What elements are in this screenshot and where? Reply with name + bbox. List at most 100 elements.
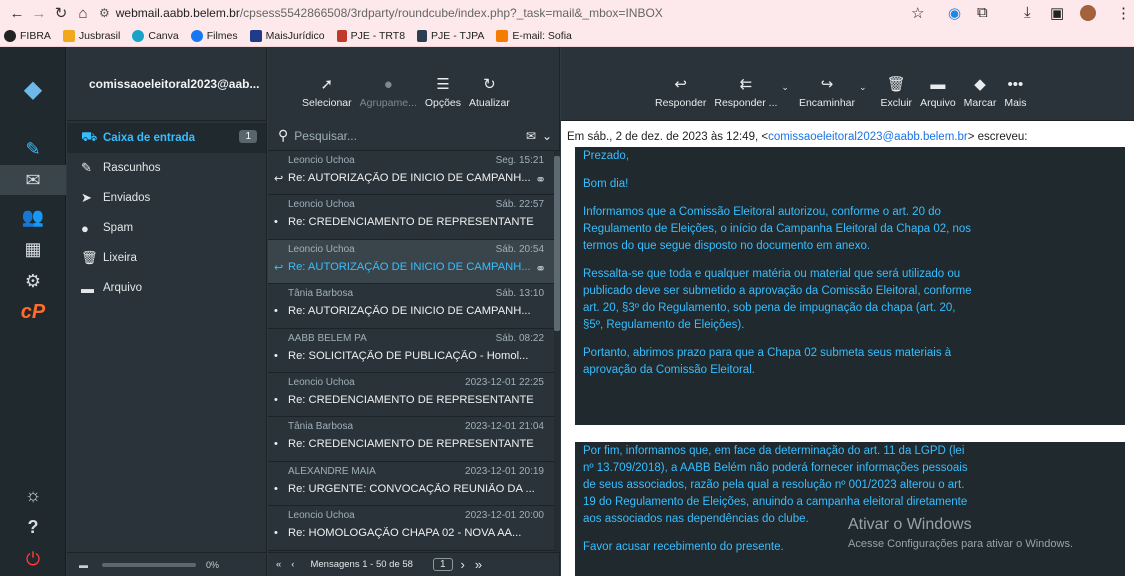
replied-icon: ↩ — [274, 261, 284, 273]
message-row[interactable]: Tânia Barbosa Sáb. 13:10 • Re: AUTORIZAÇÃ… — [268, 284, 554, 329]
forward-dropdown-icon[interactable]: ⌄ — [859, 82, 867, 93]
message-row[interactable]: Leoncio Uchoa 2023-12-01 22:25 • Re: CRED… — [268, 373, 554, 418]
windows-watermark-title: Ativar o Windows — [848, 516, 972, 533]
archive-button[interactable]: ▬ Arquivo — [920, 73, 956, 109]
delete-button[interactable]: 🗑 Excluir — [881, 73, 913, 109]
logo-icon: ◆ — [23, 76, 43, 103]
bookmarks-bar: FIBRA Jusbrasil Canva Filmes MaisJurídic… — [0, 26, 1134, 46]
folder-label: Rascunhos — [103, 162, 161, 174]
mail-icon[interactable]: ✉ — [0, 165, 66, 195]
site-info-icon[interactable]: ⚙ — [99, 6, 110, 20]
options-button[interactable]: ☰ Opções — [425, 73, 461, 109]
cpanel-icon[interactable]: cP — [0, 301, 66, 324]
folder-label: Spam — [103, 222, 134, 234]
body-paragraph: Bom dia! — [583, 178, 629, 190]
extensions-puzzle-icon[interactable]: ⧉ — [977, 4, 988, 21]
search-input[interactable]: Pesquisar... — [294, 129, 357, 143]
trash-icon: 🗑 — [81, 250, 98, 265]
back-icon[interactable]: ← — [6, 5, 28, 22]
folder-sent[interactable]: ➤ Enviados — [67, 183, 266, 213]
prev-page-icon[interactable]: ‹ — [291, 559, 294, 570]
windows-watermark-subtitle: Acesse Configurações para ativar o Windo… — [848, 538, 1073, 550]
bookmark-star-icon[interactable]: ☆ — [911, 4, 924, 22]
next-page-icon[interactable]: › — [461, 557, 465, 572]
bookmark-pje-tjpa[interactable]: PJE - TJPA — [417, 30, 484, 42]
address-bar[interactable]: ⚙ webmail.aabb.belem.br/cpsess5542866508… — [89, 3, 905, 23]
sidepanel-icon[interactable]: ▣ — [1050, 4, 1064, 22]
bookmark-maisjuridico[interactable]: MaisJurídico — [249, 30, 325, 42]
bookmark-canva[interactable]: Canva — [132, 30, 179, 42]
forward-icon: ↪ — [820, 76, 834, 93]
select-button[interactable]: ➚ Selecionar — [302, 73, 352, 109]
scroll-thumb[interactable] — [554, 156, 560, 331]
calendar-icon[interactable]: ▦ — [0, 239, 66, 260]
folder-pane: comissaoeleitoral2023@aab... ⋮ ⛟ Caixa d… — [67, 47, 275, 576]
compose-icon[interactable]: ✎ — [0, 139, 66, 160]
unread-dot-icon: • — [274, 393, 278, 406]
more-button[interactable]: ••• Mais — [1004, 73, 1026, 109]
refresh-icon: ↻ — [483, 76, 496, 93]
body-paragraph: Informamos que a Comissão Eleitoral auto… — [583, 206, 972, 252]
sliders-icon: ☰ — [436, 76, 450, 93]
bookmark-filmes[interactable]: Filmes — [190, 30, 238, 42]
settings-icon[interactable]: ⚙ — [0, 271, 66, 292]
message-row[interactable]: Tânia Barbosa 2023-12-01 21:04 • Re: CRED… — [268, 417, 554, 462]
bookmark-pje-trt8[interactable]: PJE - TRT8 — [336, 30, 405, 42]
sender-email-link[interactable]: comissaoeleitoral2023@aabb.belem.br — [768, 131, 968, 143]
bookmark-fibra[interactable]: FIBRA — [4, 30, 51, 42]
reply-all-button[interactable]: ⇇ Responder ... — [714, 73, 777, 109]
browser-menu-icon[interactable]: ⋮ — [1116, 4, 1131, 22]
spam-icon: ● — [81, 220, 89, 236]
folder-trash[interactable]: 🗑 Lixeira — [67, 243, 266, 273]
paper-plane-icon: ➤ — [81, 190, 92, 205]
group-icon: ● — [383, 76, 393, 93]
unread-dot-icon: • — [274, 438, 278, 451]
theme-toggle-icon[interactable]: ☼ — [0, 485, 66, 506]
folder-label: Arquivo — [103, 282, 142, 294]
list-scrollbar[interactable] — [554, 151, 560, 552]
bookmark-email-sofia[interactable]: E-mail: Sofia — [496, 30, 572, 42]
reply-button[interactable]: ↩ Responder — [655, 73, 706, 109]
last-page-icon[interactable]: » — [475, 557, 482, 572]
help-icon[interactable]: ? — [0, 517, 66, 538]
refresh-button[interactable]: ↻ Atualizar — [469, 73, 510, 109]
unread-dot-icon: • — [274, 305, 278, 318]
forward-icon[interactable]: → — [28, 5, 50, 22]
message-row[interactable]: Leoncio Uchoa 2023-12-01 20:00 • Re: HOMO… — [268, 506, 554, 551]
message-row[interactable]: Leoncio Uchoa Sáb. 22:57 • Re: CREDENCIAM… — [268, 195, 554, 240]
bookmark-jusbrasil[interactable]: Jusbrasil — [62, 30, 120, 42]
group-button[interactable]: ● Agrupame... — [360, 73, 417, 109]
envelope-filter-icon[interactable]: ✉ — [526, 129, 536, 143]
folder-inbox[interactable]: ⛟ Caixa de entrada 1 — [67, 123, 266, 153]
message-row[interactable]: Leoncio Uchoa Seg. 15:21 ↩ Re: AUTORIZAÇÃ… — [268, 151, 554, 196]
chevron-down-icon[interactable]: ⌄ — [542, 129, 552, 143]
archive-icon: ▬ — [930, 76, 946, 93]
reply-all-dropdown-icon[interactable]: ⌄ — [781, 82, 789, 93]
first-page-icon[interactable]: « — [276, 559, 281, 570]
preview-toolbar-buttons: ↩ Responder ⇇ Responder ... ⌄ ↪ Encaminhar … — [651, 47, 1031, 121]
extension-icon[interactable]: ◉ — [948, 4, 961, 22]
message-row[interactable]: ALEXANDRE MAIA 2023-12-01 20:19 • Re: URG… — [268, 462, 554, 507]
reload-icon[interactable]: ↻ — [50, 4, 72, 22]
folder-archive[interactable]: ▬ Arquivo — [67, 273, 266, 303]
folder-drafts[interactable]: ✎ Rascunhos — [67, 153, 266, 183]
account-header[interactable]: comissaoeleitoral2023@aab... ⋮ — [67, 47, 275, 121]
message-row-selected[interactable]: Leoncio Uchoa Sáb. 20:54 ↩ Re: AUTORIZAÇÃ… — [268, 239, 554, 285]
trash-icon: 🗑 — [886, 76, 906, 93]
mark-button[interactable]: ◆ Marcar — [964, 73, 997, 109]
account-email: comissaoeleitoral2023@aab... — [89, 76, 260, 91]
attachment-icon: ⚭ — [535, 260, 546, 276]
inbox-icon: ⛟ — [81, 129, 98, 144]
folder-spam[interactable]: ● Spam — [67, 213, 266, 243]
unread-count-badge: 1 — [239, 130, 257, 143]
message-row[interactable]: AABB BELEM PA Sáb. 08:22 • Re: SOLICITAÇÃ… — [268, 329, 554, 373]
download-icon[interactable]: ⤓ — [1024, 4, 1031, 21]
search-bar[interactable]: ⚲ Pesquisar... ✉ ⌄ — [268, 121, 560, 151]
profile-avatar[interactable] — [1080, 5, 1096, 21]
logout-icon[interactable]: ⏻ — [0, 549, 66, 570]
contacts-icon[interactable]: 👥 — [0, 207, 66, 228]
disk-icon: ▬ — [79, 559, 88, 570]
page-number-input[interactable]: 1 — [432, 558, 453, 571]
quota-bar: ▬ 0% — [67, 552, 267, 576]
forward-button[interactable]: ↪ Encaminhar — [799, 73, 855, 109]
